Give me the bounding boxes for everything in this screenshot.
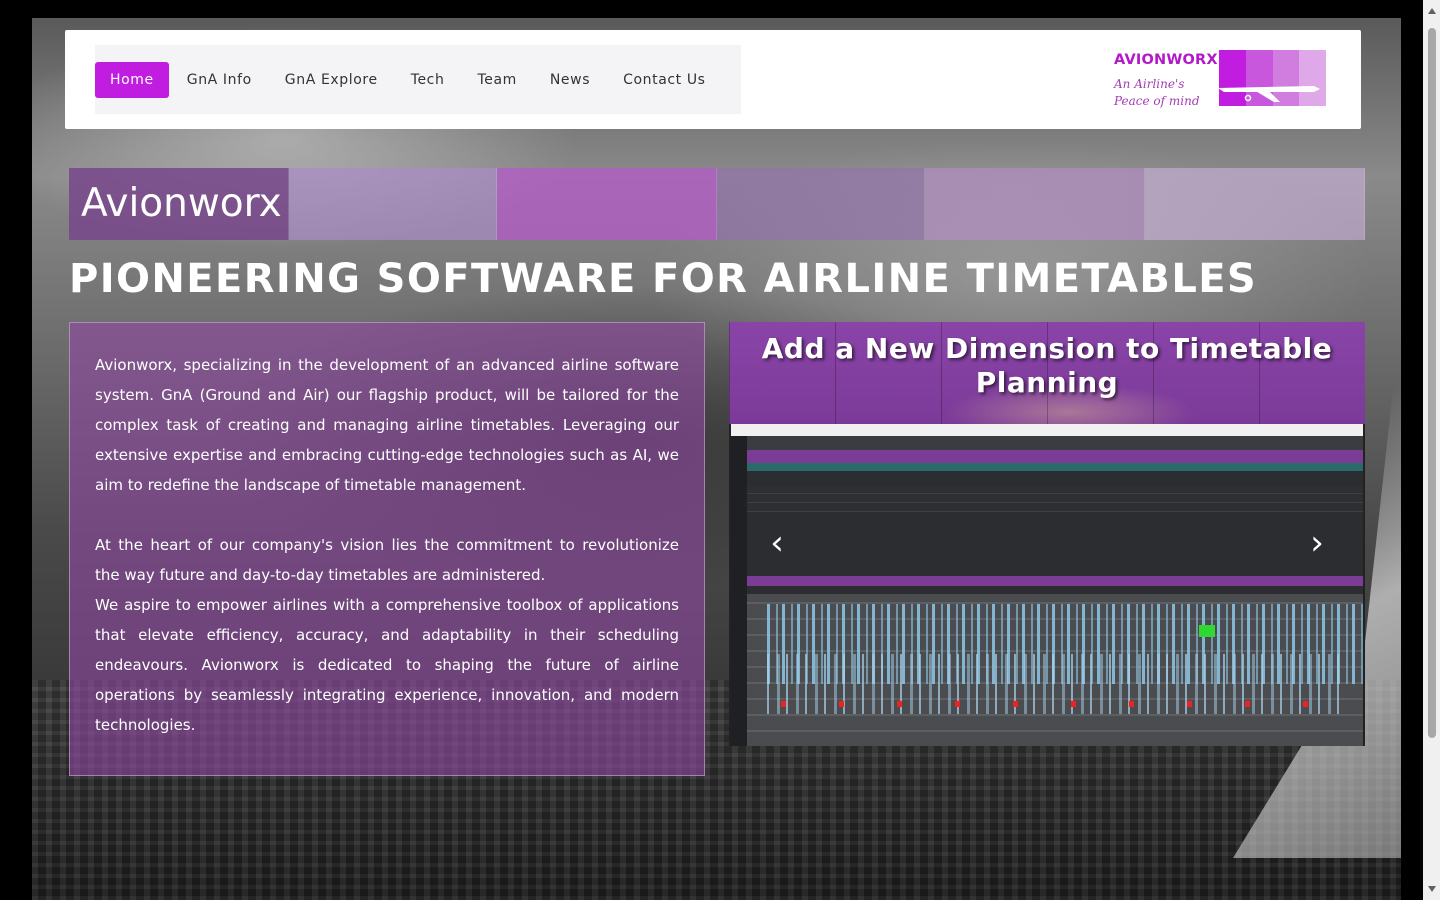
- carousel-header: Add a New Dimension to Timetable Plannin…: [729, 322, 1365, 424]
- screenshot-tab-bar: [747, 463, 1363, 471]
- scrollbar[interactable]: [1401, 0, 1440, 900]
- band-cell: [289, 168, 497, 240]
- carousel-title: Add a New Dimension to Timetable Plannin…: [761, 332, 1333, 399]
- screenshot-table: [747, 486, 1363, 512]
- about-paragraph-1: Avionworx, specializing in the developme…: [95, 356, 679, 494]
- screenshot-gantt-toolbar: [747, 576, 1363, 586]
- screenshot-red-markers: [781, 701, 1341, 707]
- nav-item-team[interactable]: Team: [462, 62, 531, 98]
- about-paragraph-2: At the heart of our company's vision lie…: [95, 536, 679, 584]
- nav-item-tech[interactable]: Tech: [396, 62, 460, 98]
- band-cell: [497, 168, 717, 240]
- logo-wordmark: AVIONWORX: [1114, 52, 1218, 68]
- nav-item-gna-explore[interactable]: GnA Explore: [270, 62, 393, 98]
- brand-title: Avionworx: [81, 181, 282, 226]
- about-paragraph-3: We aspire to empower airlines with a com…: [95, 596, 679, 734]
- logo[interactable]: AVIONWORX An Airline's Peace of mind: [1114, 50, 1326, 108]
- logo-tagline: An Airline's Peace of mind: [1114, 76, 1224, 110]
- logo-tagline-line1: An Airline's: [1114, 77, 1185, 91]
- chevron-left-icon[interactable]: ‹: [767, 526, 787, 560]
- nav-menu: Home GnA Info GnA Explore Tech Team News…: [95, 45, 741, 114]
- nav-item-contact-us[interactable]: Contact Us: [608, 62, 720, 98]
- chevron-right-icon[interactable]: ›: [1307, 526, 1327, 560]
- screenshot-app-bar: [731, 436, 1363, 450]
- scrollbar-thumb[interactable]: [1428, 28, 1436, 738]
- nav-item-news[interactable]: News: [535, 62, 605, 98]
- band-cell: [717, 168, 925, 240]
- scroll-down-icon[interactable]: [1428, 886, 1436, 892]
- page-headline: PIONEERING SOFTWARE FOR AIRLINE TIMETABL…: [69, 256, 1258, 302]
- page-background: Home GnA Info GnA Explore Tech Team News…: [32, 18, 1401, 900]
- screenshot-menu-bar: [747, 450, 1363, 463]
- band-cell: [925, 168, 1145, 240]
- logo-tagline-line2: Peace of mind: [1114, 94, 1200, 108]
- about-panel: Avionworx, specializing in the developme…: [69, 322, 705, 776]
- navbar: Home GnA Info GnA Explore Tech Team News…: [65, 30, 1361, 129]
- nav-item-home[interactable]: Home: [95, 61, 169, 98]
- screenshot-sidebar: [731, 436, 747, 746]
- hero-band: Avionworx: [69, 168, 1365, 240]
- scroll-up-icon[interactable]: [1428, 8, 1436, 14]
- product-carousel: Add a New Dimension to Timetable Plannin…: [729, 322, 1365, 746]
- app-screenshot: [731, 424, 1363, 746]
- band-cell: [1145, 168, 1365, 240]
- screenshot-selected-bar: [1199, 625, 1215, 637]
- nav-item-gna-info[interactable]: GnA Info: [172, 62, 267, 98]
- screenshot-browser-bar: [731, 424, 1363, 436]
- airplane-icon: [1218, 86, 1320, 102]
